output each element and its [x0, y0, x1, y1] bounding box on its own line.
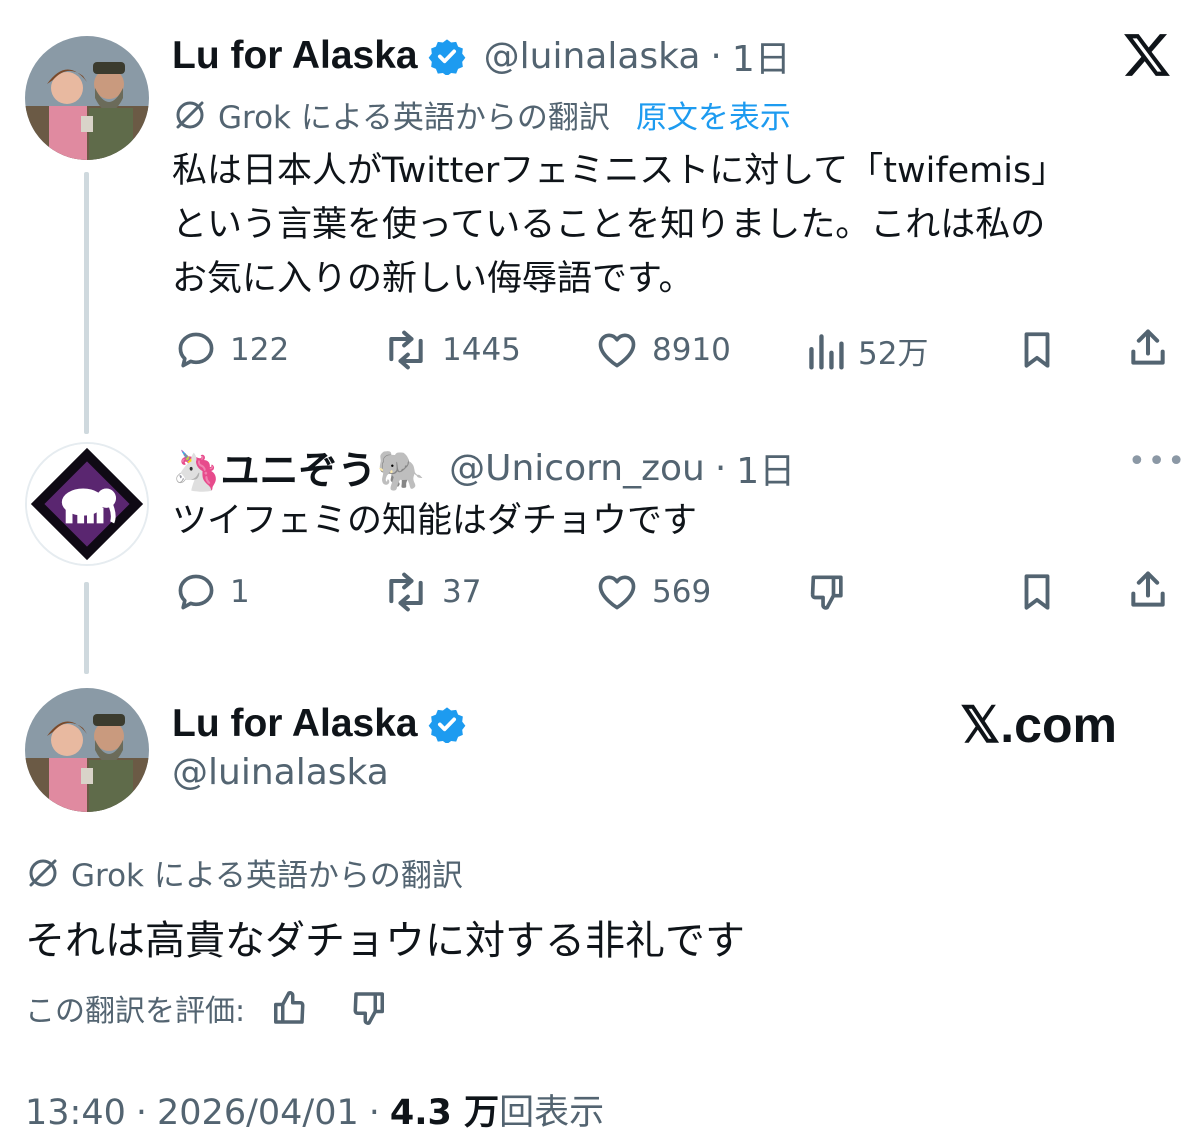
heart-icon: [598, 575, 636, 610]
share-button[interactable]: [1126, 568, 1170, 612]
x-com-brand: 𝕏.com: [960, 697, 1117, 753]
views-value: 4.3 万: [389, 1093, 500, 1133]
translation-notice: Grok による英語からの翻訳 原文を表示: [172, 92, 791, 137]
reply-button[interactable]: 122: [174, 328, 289, 372]
thumbs-up-icon[interactable]: [267, 987, 309, 1029]
tweet1-body-line: という言葉を使っていることを知りました。これは私の: [172, 205, 1046, 245]
reply-icon: [178, 574, 214, 610]
translation-label: Grok による英語からの翻訳: [218, 100, 610, 136]
post-date[interactable]: 2026/04/01: [157, 1093, 359, 1133]
repost-button[interactable]: 1445: [382, 328, 521, 372]
repost-icon: [389, 572, 423, 612]
separator: ·: [714, 447, 727, 489]
thumbs-down-icon: [810, 575, 843, 610]
display-name[interactable]: Lu for Alaska: [172, 34, 418, 78]
show-original-link[interactable]: 原文を表示: [636, 92, 791, 137]
bookmark-button[interactable]: [1016, 328, 1058, 372]
tweet-meta: 13:40 · 2026/04/01 · 4.3 万回表示: [25, 1084, 604, 1135]
translation-label: Grok による英語からの翻訳: [71, 858, 463, 894]
display-name[interactable]: Lu for Alaska: [172, 702, 418, 746]
separator: ·: [135, 1093, 148, 1133]
like-button[interactable]: 569: [594, 570, 711, 614]
bookmark-icon: [1024, 574, 1050, 610]
thread-line: [84, 582, 89, 674]
timestamp[interactable]: 1日: [736, 442, 795, 494]
person-photo-avatar: [25, 688, 149, 812]
tweet1-body: 私は日本人がTwitterフェミニストに対して「twifemis」 という言葉を…: [172, 144, 1172, 306]
tweet1-body-line: お気に入りの新しい侮辱語です。: [172, 259, 694, 299]
handle[interactable]: @luinalaska: [172, 752, 389, 793]
like-count: 8910: [652, 332, 731, 368]
avatar-lu-for-alaska[interactable]: [25, 36, 149, 160]
like-button[interactable]: 8910: [594, 328, 731, 372]
tweet3-header: Lu for Alaska: [172, 702, 466, 746]
reply-count: 1: [230, 574, 250, 610]
share-button[interactable]: [1126, 326, 1170, 370]
repost-count: 37: [442, 574, 482, 610]
tweet3-body: それは高貴なダチョウに対する非礼です: [25, 918, 745, 964]
handle[interactable]: @luinalaska: [484, 36, 701, 77]
bookmark-button[interactable]: [1016, 570, 1058, 614]
views-button[interactable]: 52万: [806, 328, 928, 373]
reply-button[interactable]: 1: [174, 570, 250, 614]
display-name[interactable]: 🦄ユニぞう🐘: [172, 440, 425, 496]
repost-icon: [389, 330, 423, 370]
more-dots-icon[interactable]: •••: [1128, 444, 1187, 479]
translation-notice: Grok による英語からの翻訳: [25, 850, 463, 895]
handle[interactable]: @Unicorn_zou: [449, 448, 705, 489]
bookmark-icon: [1024, 332, 1050, 368]
verified-badge-icon: [428, 39, 465, 75]
tweet2-body: ツイフェミの知能はダチョウです: [172, 501, 698, 541]
rate-label: この翻訳を評価:: [25, 994, 246, 1029]
separator: ·: [368, 1093, 380, 1133]
person-photo-avatar: [25, 36, 149, 160]
heart-icon: [598, 333, 636, 368]
reply-count: 122: [230, 332, 290, 368]
verified-badge-icon: [428, 707, 465, 743]
x-logo-icon[interactable]: [1122, 30, 1172, 84]
separator: ·: [710, 35, 722, 77]
avatar-lu-for-alaska[interactable]: [25, 688, 149, 812]
timestamp[interactable]: 1日: [732, 30, 791, 82]
reply-icon: [178, 332, 214, 368]
thumbs-down-icon[interactable]: [349, 987, 391, 1029]
grok-icon: [176, 101, 204, 128]
dislike-button[interactable]: [806, 570, 850, 614]
share-icon: [1131, 571, 1165, 607]
tweet1-body-line: 私は日本人がTwitterフェミニストに対して「twifemis」: [172, 151, 1067, 191]
share-icon: [1131, 329, 1165, 365]
like-count: 569: [652, 574, 712, 610]
repost-button[interactable]: 37: [382, 570, 481, 614]
tweet2-header: 🦄ユニぞう🐘 @Unicorn_zou · 1日: [172, 440, 795, 496]
thread-line: [84, 172, 89, 434]
repost-count: 1445: [442, 332, 521, 368]
views-count: 52万: [858, 336, 929, 372]
elephant-diamond-avatar: [27, 444, 147, 564]
views-label: 回表示: [499, 1093, 605, 1133]
grok-icon: [29, 859, 57, 886]
avatar-unicorn-zou[interactable]: [25, 442, 149, 566]
rate-translation: この翻訳を評価:: [25, 986, 391, 1030]
post-time[interactable]: 13:40: [25, 1093, 126, 1133]
views-chart-icon: [809, 333, 844, 370]
tweet1-header: Lu for Alaska @luinalaska · 1日: [172, 30, 791, 82]
